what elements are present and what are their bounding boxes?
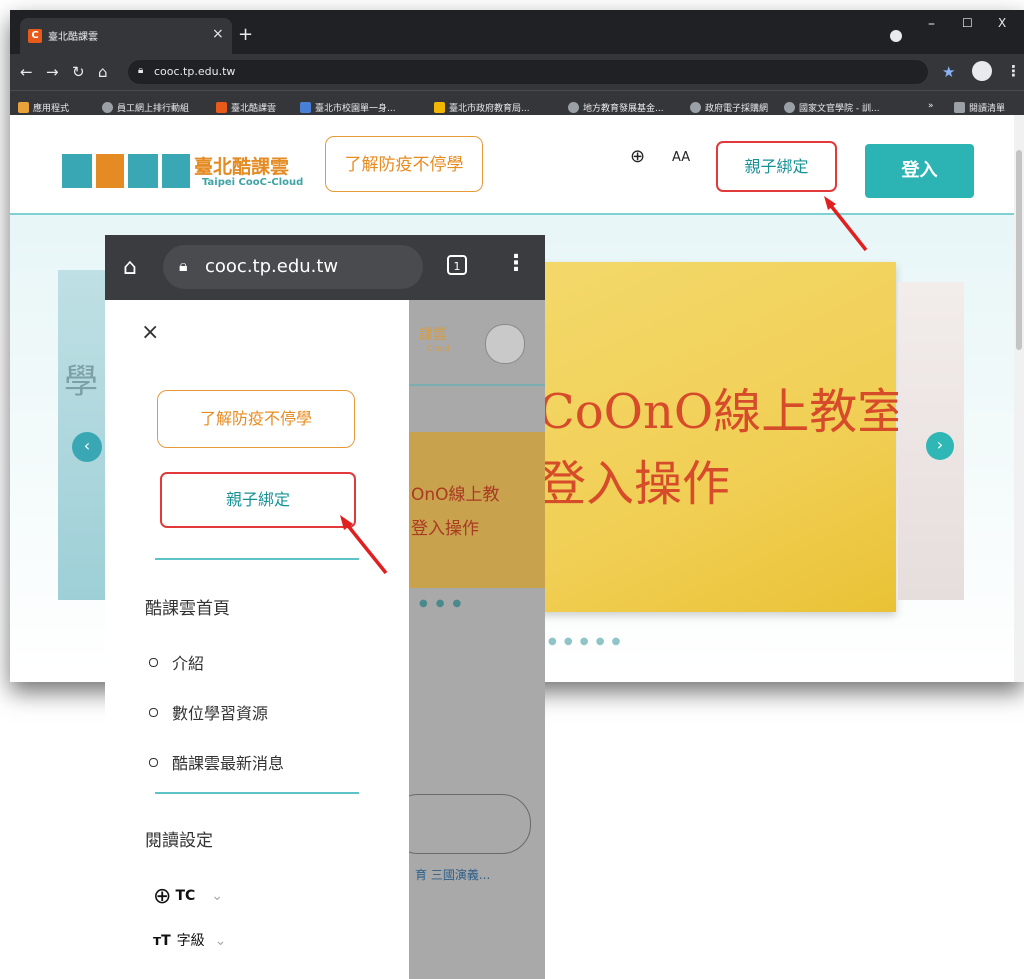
annotation-arrows (340, 196, 868, 575)
arrow-to-mobile-bind-icon (340, 515, 388, 575)
arrow-to-desktop-bind-icon (824, 196, 868, 252)
